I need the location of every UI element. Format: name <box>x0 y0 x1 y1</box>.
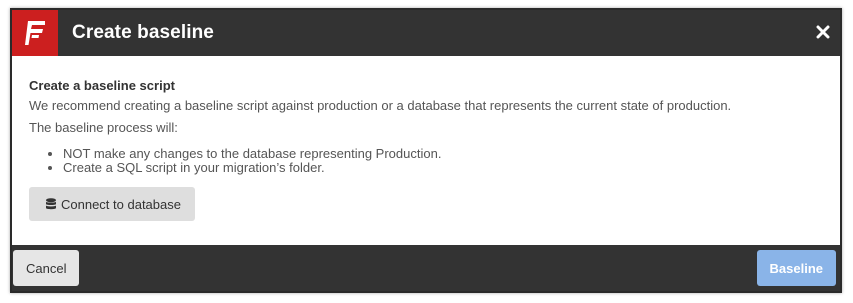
process-intro-text: The baseline process will: <box>29 120 178 135</box>
list-item: NOT make any changes to the database rep… <box>63 147 823 161</box>
dialog-footer: Cancel Baseline <box>12 245 840 291</box>
dialog-title: Create baseline <box>72 22 214 43</box>
connect-to-database-button[interactable]: Connect to database <box>29 187 195 221</box>
close-icon[interactable] <box>814 23 832 41</box>
create-baseline-dialog: Create baseline Create a baseline script… <box>10 8 842 293</box>
flyway-logo-icon <box>12 10 58 56</box>
dialog-body: Create a baseline script We recommend cr… <box>12 56 840 245</box>
database-icon <box>46 197 56 209</box>
list-item: Create a SQL script in your migration’s … <box>63 161 823 175</box>
section-heading: Create a baseline script <box>29 78 175 93</box>
baseline-button[interactable]: Baseline <box>756 250 836 286</box>
process-list: NOT make any changes to the database rep… <box>63 147 823 175</box>
dialog-header: Create baseline <box>12 10 840 56</box>
connect-button-label: Connect to database <box>61 196 181 212</box>
cancel-button[interactable]: Cancel <box>13 250 80 286</box>
description-text: We recommend creating a baseline script … <box>29 98 732 113</box>
